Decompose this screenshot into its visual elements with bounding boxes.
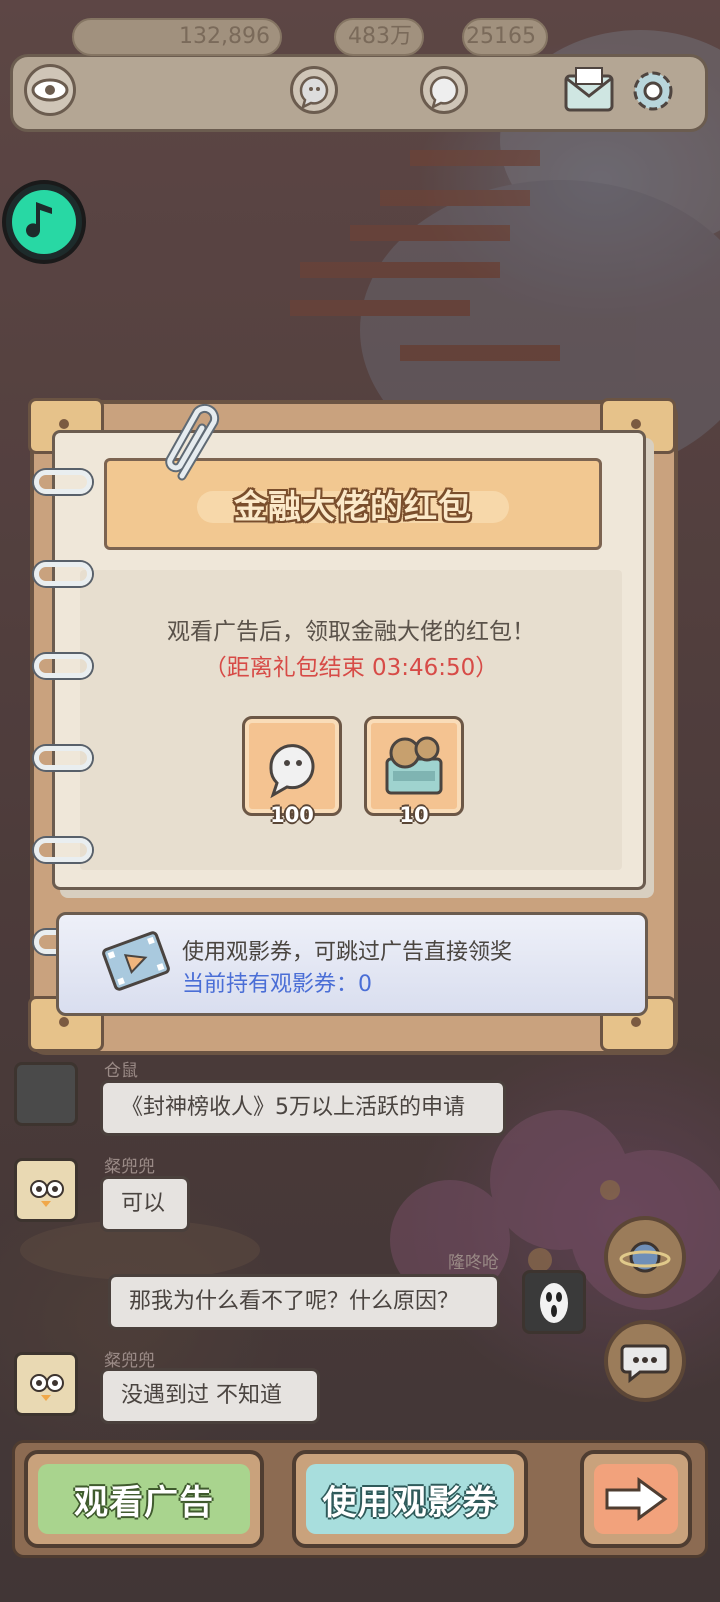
settings-gear-icon[interactable] bbox=[626, 64, 680, 118]
chat-message: 可以 bbox=[100, 1176, 190, 1232]
chat-username: 粲兜兜 bbox=[104, 1157, 155, 1177]
chat-username: 隆咚呛 bbox=[448, 1253, 499, 1273]
planet-icon bbox=[619, 1241, 671, 1273]
film-ticket-icon bbox=[98, 926, 174, 996]
chat-message: 没遇到过 不知道 bbox=[100, 1368, 320, 1424]
reward-item-film-chest[interactable]: 10 bbox=[364, 716, 464, 827]
avatar[interactable] bbox=[14, 1158, 78, 1222]
dialog-title: 金融大佬的红包 bbox=[234, 487, 472, 526]
paperclip-icon bbox=[162, 403, 232, 484]
views-counter: 132,896 bbox=[72, 18, 282, 56]
ticket-hint: 使用观影券，可跳过广告直接领奖 bbox=[182, 940, 513, 965]
chat-button[interactable] bbox=[604, 1320, 686, 1402]
chat-message: 《封神榜收人》5万以上活跃的申请 bbox=[100, 1080, 506, 1136]
avatar[interactable] bbox=[522, 1270, 586, 1334]
reward-count: 100 bbox=[270, 803, 314, 827]
dialog-description: 观看广告后，领取金融大佬的红包！ bbox=[167, 619, 535, 645]
planet-button[interactable] bbox=[604, 1216, 686, 1298]
countdown-timer: （距离礼包结束 03:46:50） bbox=[203, 655, 499, 681]
use-ticket-button[interactable]: 使用观影券 bbox=[292, 1450, 528, 1548]
watch-ad-button[interactable]: 观看广告 bbox=[24, 1450, 264, 1548]
binder-ring bbox=[34, 470, 92, 494]
mail-icon[interactable] bbox=[562, 66, 616, 116]
ghost-bubble-icon bbox=[269, 744, 315, 799]
avatar[interactable] bbox=[14, 1352, 78, 1416]
ghost-currency-icon bbox=[290, 66, 338, 114]
chat-username: 仓鼠 bbox=[104, 1061, 138, 1081]
eye-icon bbox=[24, 64, 76, 116]
currency1-counter: 483万 bbox=[334, 18, 424, 56]
chat-bubble-icon bbox=[620, 1344, 670, 1384]
ghost-currency-icon bbox=[420, 66, 468, 114]
arrow-right-icon bbox=[605, 1477, 668, 1521]
ticket-count: 当前持有观影券：0 bbox=[182, 972, 372, 997]
watch-ad-label: 观看广告 bbox=[74, 1482, 214, 1523]
binder-ring bbox=[34, 746, 92, 770]
music-app-icon[interactable] bbox=[2, 180, 86, 264]
currency2-counter: 25165 bbox=[462, 18, 548, 56]
reward-item-ghost[interactable]: 100 bbox=[242, 716, 342, 827]
film-chest-icon bbox=[385, 736, 443, 795]
binder-ring bbox=[34, 562, 92, 586]
reward-count: 10 bbox=[399, 803, 429, 827]
chat-message: 那我为什么看不了呢？什么原因？ bbox=[108, 1274, 500, 1330]
next-button[interactable] bbox=[580, 1450, 692, 1548]
use-ticket-label: 使用观影券 bbox=[322, 1482, 498, 1523]
binder-ring bbox=[34, 838, 92, 862]
avatar[interactable] bbox=[14, 1062, 78, 1126]
